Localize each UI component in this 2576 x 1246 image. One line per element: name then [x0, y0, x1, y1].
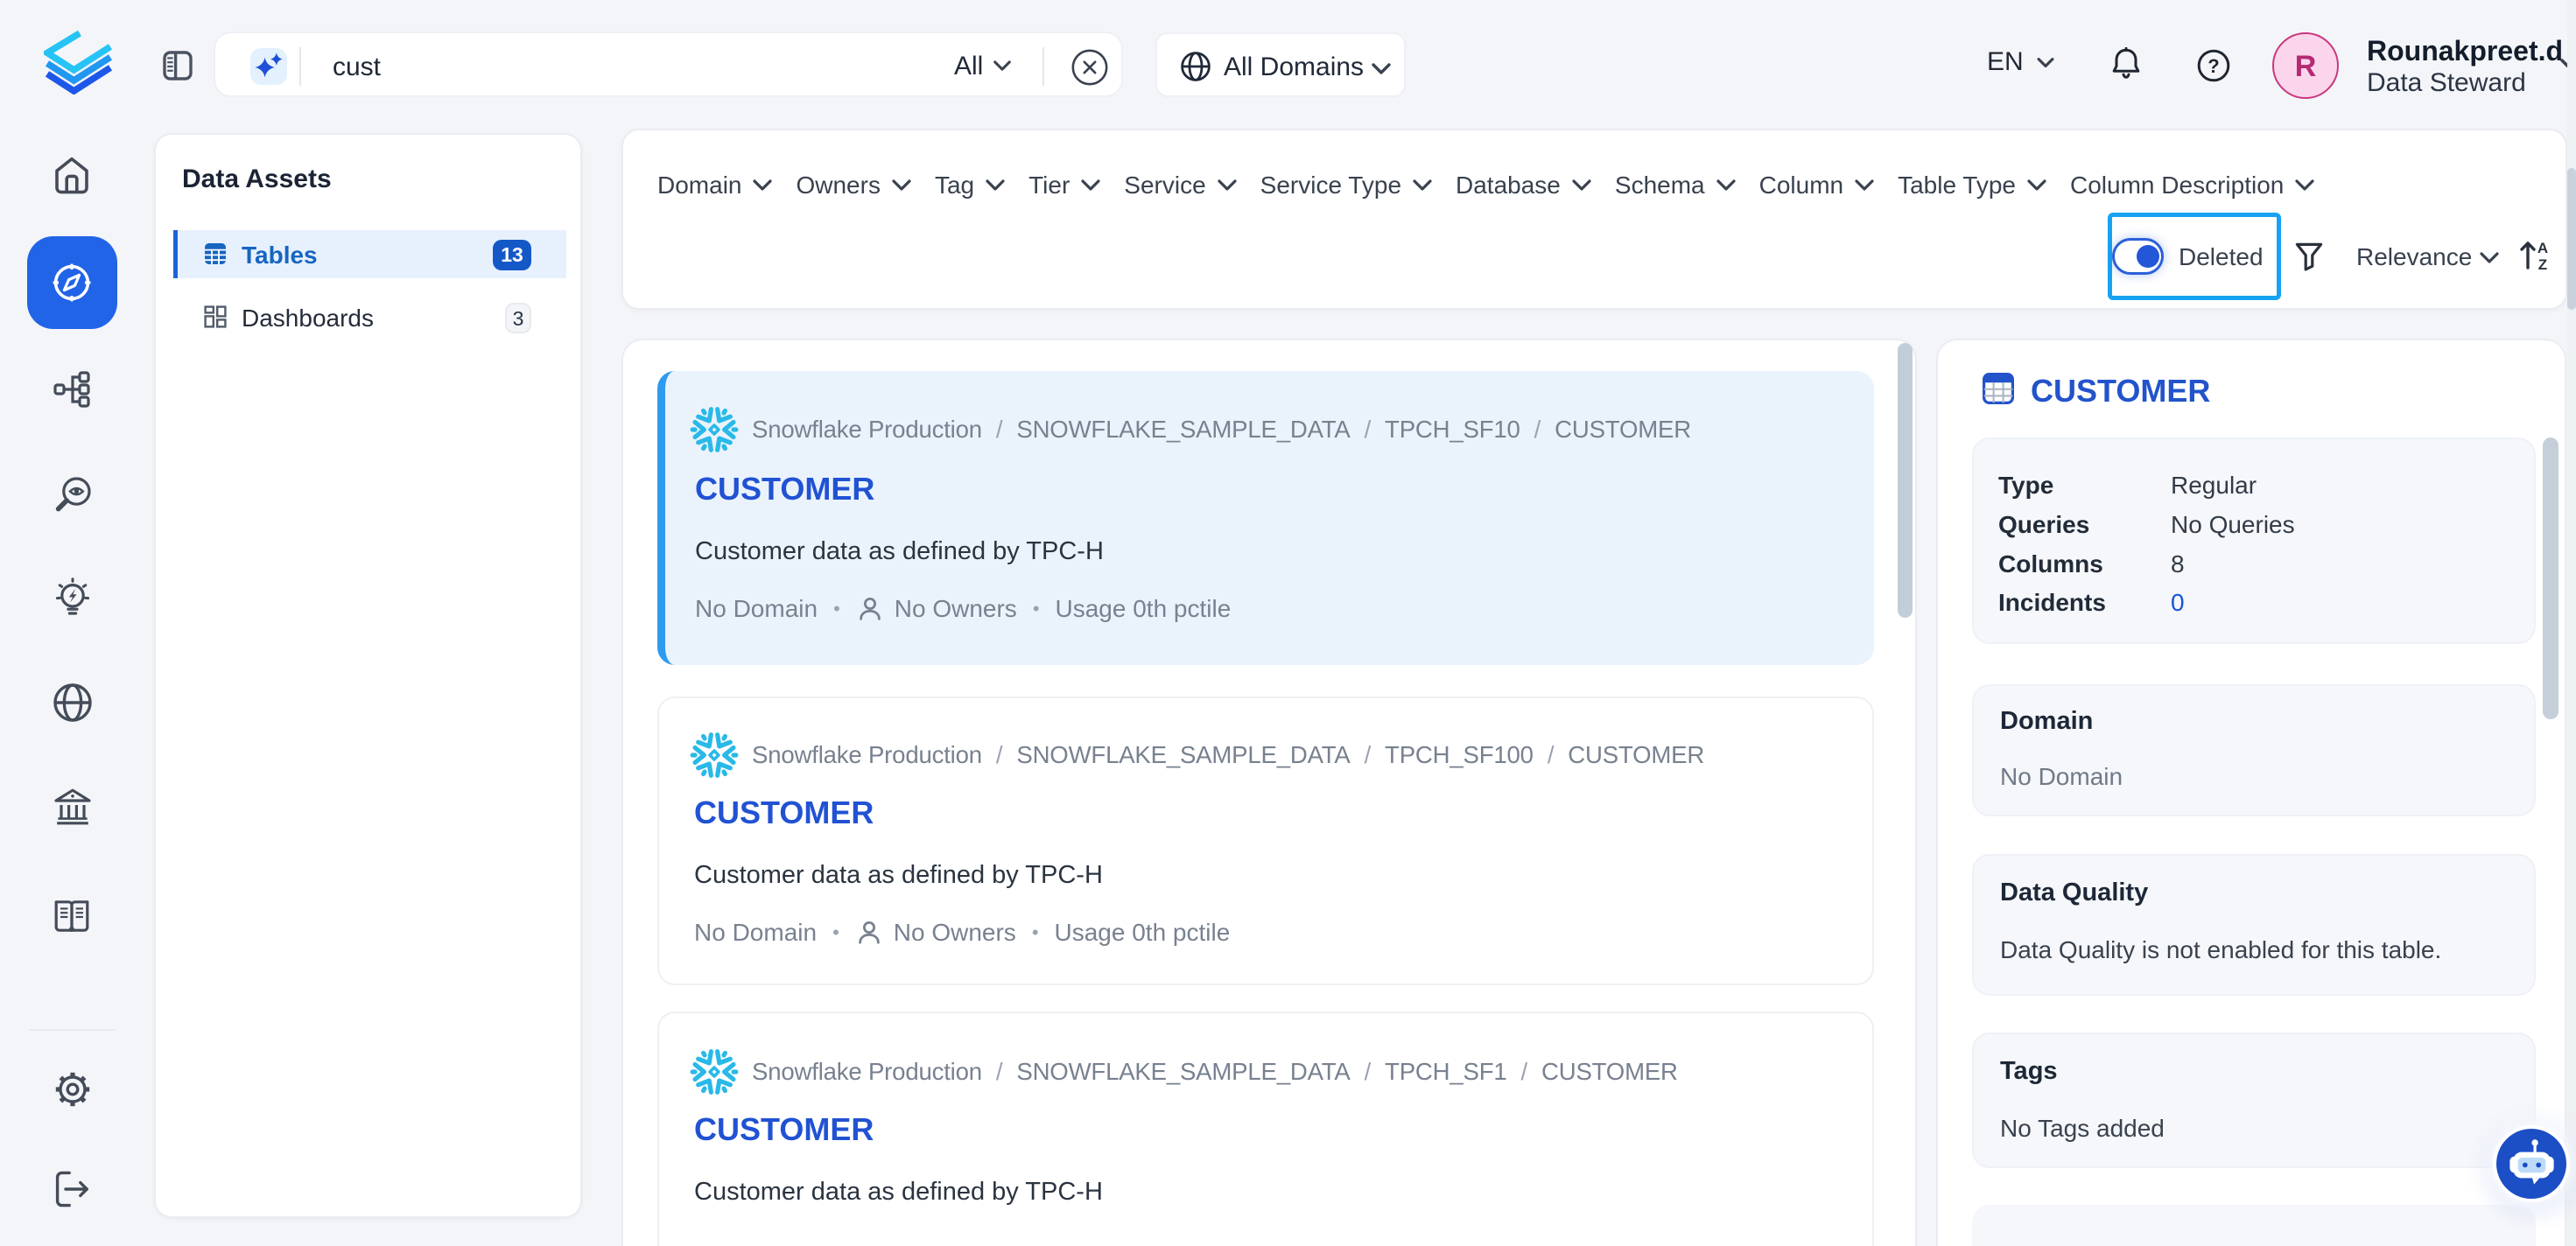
- svg-text:?: ?: [2207, 55, 2219, 77]
- svg-text:A: A: [2537, 240, 2548, 256]
- svg-text:Z: Z: [2538, 256, 2547, 272]
